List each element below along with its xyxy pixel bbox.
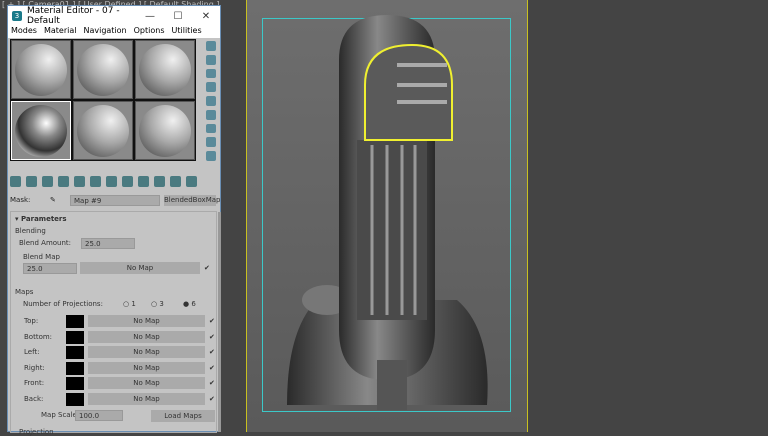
color-swatch[interactable] — [66, 330, 84, 344]
get-material-icon[interactable] — [10, 176, 21, 187]
viewport[interactable] — [246, 0, 528, 432]
mask-row: Mask: ✎ Map #9 BlendedBoxMap — [10, 194, 220, 206]
maps-label: Maps — [15, 288, 34, 296]
menu-modes[interactable]: Modes — [11, 26, 37, 38]
eyedropper-icon[interactable]: ✎ — [50, 196, 70, 204]
blend-amount-spinner[interactable]: 25.0 — [81, 238, 135, 249]
projections-label: Number of Projections: — [23, 300, 103, 308]
color-swatch[interactable] — [66, 315, 84, 328]
map-button[interactable]: No Map — [88, 330, 205, 343]
map-checkbox[interactable]: ✔ — [209, 379, 215, 387]
right-panel — [529, 0, 768, 432]
close-button[interactable]: ✕ — [192, 11, 220, 22]
map-label: Right: — [24, 363, 45, 372]
uv-tiling-icon[interactable] — [206, 82, 216, 93]
sample-slot[interactable] — [11, 40, 71, 99]
projection-radio-3[interactable]: ○ 3 — [151, 300, 164, 308]
blend-map-checkbox[interactable]: ✔ — [204, 264, 210, 272]
scene-object[interactable] — [247, 0, 529, 432]
parameters-header[interactable]: ▾ Parameters — [15, 215, 67, 223]
reset-map-icon[interactable] — [58, 176, 69, 187]
sample-slot[interactable] — [135, 40, 195, 99]
map-checkbox[interactable]: ✔ — [209, 395, 215, 403]
load-maps-button[interactable]: Load Maps — [151, 410, 215, 422]
bottom-toolbar — [10, 176, 197, 190]
map-label: Bottom: — [24, 332, 53, 341]
map-checkbox[interactable]: ✔ — [209, 348, 215, 356]
maximize-button[interactable]: ☐ — [164, 11, 192, 22]
window-title: Material Editor - 07 - Default — [27, 6, 120, 26]
menu-material[interactable]: Material — [44, 26, 77, 38]
put-to-scene-icon[interactable] — [26, 176, 37, 187]
color-swatch[interactable] — [66, 361, 84, 375]
sample-slot[interactable] — [135, 101, 195, 160]
sample-slots — [10, 39, 196, 161]
mask-label: Mask: — [10, 196, 31, 204]
map-label: Left: — [24, 348, 40, 357]
map-button[interactable]: No Map — [88, 315, 205, 327]
sample-type-icon[interactable] — [206, 41, 216, 51]
projection-label: Projection — [19, 428, 54, 436]
sample-slot-selected[interactable] — [11, 101, 71, 160]
menu-utilities[interactable]: Utilities — [172, 26, 202, 38]
map-button[interactable]: No Map — [88, 361, 205, 374]
color-swatch[interactable] — [66, 377, 84, 391]
projection-radio-6[interactable]: ● 6 — [183, 300, 196, 308]
app-logo-icon: 3 — [12, 11, 22, 21]
blend-map-spinner[interactable]: 25.0 — [23, 263, 77, 274]
menu-navigation[interactable]: Navigation — [83, 26, 126, 38]
background-icon[interactable] — [206, 68, 216, 79]
blend-map-label: Blend Map — [23, 253, 60, 261]
show-map-icon[interactable] — [138, 176, 149, 187]
make-unique-icon[interactable] — [90, 176, 101, 187]
map-button[interactable]: No Map — [88, 377, 205, 390]
map-label: Back: — [24, 395, 44, 403]
show-end-result-icon[interactable] — [154, 176, 165, 187]
sample-slot[interactable] — [73, 40, 133, 99]
menu-options[interactable]: Options — [134, 26, 165, 38]
material-editor-window: 3 Material Editor - 07 - Default — ☐ ✕ M… — [7, 5, 221, 436]
menu-bar: Modes Material Navigation Options Utilit… — [8, 26, 220, 38]
video-check-icon[interactable] — [206, 96, 216, 106]
make-copy-icon[interactable] — [74, 176, 85, 187]
assign-to-selection-icon[interactable] — [42, 176, 53, 187]
map-scale-spinner[interactable]: 100.0 — [75, 410, 123, 421]
options-icon[interactable] — [206, 123, 216, 134]
map-checkbox[interactable]: ✔ — [209, 364, 215, 372]
blending-label: Blending — [15, 227, 46, 235]
material-id-icon[interactable] — [122, 176, 133, 187]
title-bar: 3 Material Editor - 07 - Default — ☐ ✕ — [8, 6, 220, 26]
map-type-button[interactable]: BlendedBoxMap — [164, 194, 220, 206]
parameters-rollout: ▾ Parameters Blending Blend Amount: 25.0… — [10, 211, 217, 436]
side-toolbar — [201, 39, 221, 162]
selected-part — [364, 43, 453, 141]
put-to-library-icon[interactable] — [106, 176, 117, 187]
map-button[interactable]: No Map — [88, 346, 205, 359]
color-swatch[interactable] — [66, 393, 84, 406]
map-scale-label: Map Scale: — [41, 411, 80, 419]
minimize-button[interactable]: — — [136, 11, 164, 22]
map-checkbox[interactable]: ✔ — [209, 333, 215, 341]
preview-icon[interactable] — [206, 109, 216, 120]
blend-amount-label: Blend Amount: — [19, 239, 72, 247]
projection-radio-1[interactable]: ○ 1 — [123, 300, 136, 308]
scrollbar[interactable] — [218, 212, 221, 432]
map-label: Front: — [24, 379, 45, 388]
color-swatch[interactable] — [66, 346, 84, 360]
map-checkbox[interactable]: ✔ — [209, 317, 215, 325]
map-name-field[interactable]: Map #9 — [70, 194, 160, 206]
blend-map-button[interactable]: No Map — [80, 262, 200, 274]
material-map-navigator-icon[interactable] — [206, 151, 216, 162]
sample-slot[interactable] — [73, 101, 133, 160]
go-to-parent-icon[interactable] — [170, 176, 181, 187]
select-by-material-icon[interactable] — [206, 137, 216, 148]
map-label: Top: — [24, 317, 39, 325]
backlight-icon[interactable] — [206, 54, 216, 65]
map-button[interactable]: No Map — [88, 393, 205, 405]
go-forward-icon[interactable] — [186, 176, 197, 187]
